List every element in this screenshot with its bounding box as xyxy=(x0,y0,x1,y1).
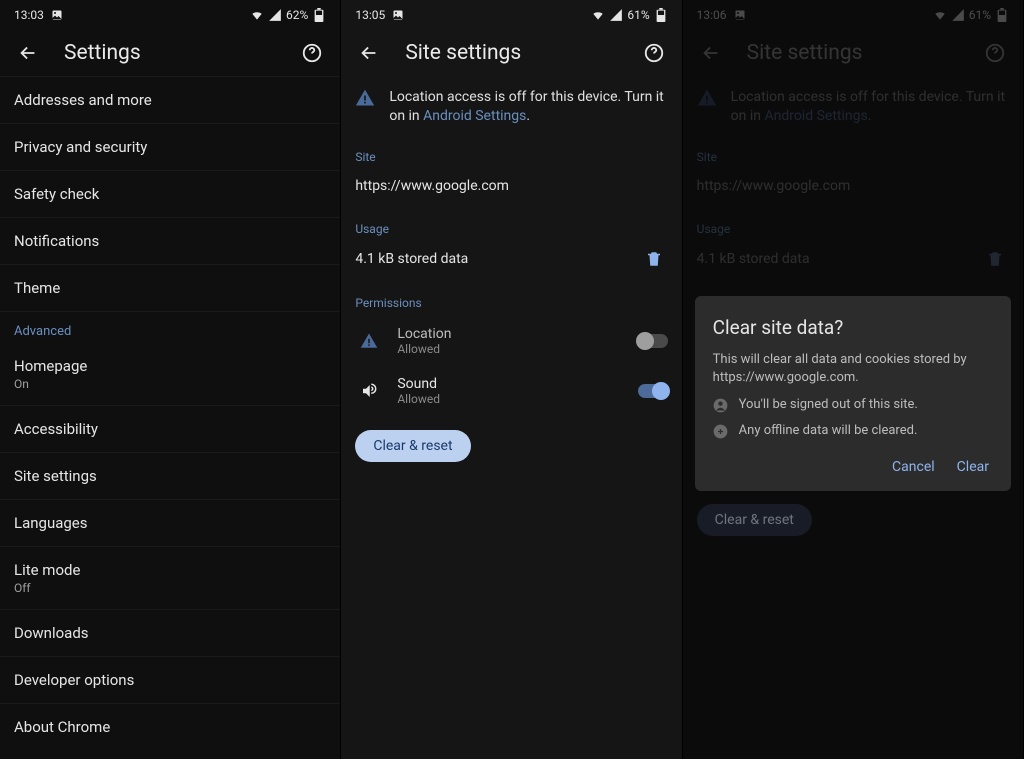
perm-state: Allowed xyxy=(397,342,623,356)
image-icon xyxy=(50,8,64,22)
settings-item-theme[interactable]: Theme xyxy=(0,265,340,311)
image-icon xyxy=(391,8,405,22)
settings-item-accessibility[interactable]: Accessibility xyxy=(0,406,340,452)
item-label: Lite mode xyxy=(14,561,326,579)
delete-storage-button[interactable] xyxy=(640,250,668,268)
dialog-title: Clear site data? xyxy=(713,316,993,339)
permission-sound-row[interactable]: Sound Allowed xyxy=(341,366,681,416)
item-label: Addresses and more xyxy=(14,91,152,109)
bullet-text: You'll be signed out of this site. xyxy=(739,397,918,412)
section-advanced: Advanced xyxy=(0,312,340,343)
settings-item-lite-mode[interactable]: Lite mode Off xyxy=(0,547,340,609)
sound-icon xyxy=(355,382,383,400)
item-label: Theme xyxy=(14,279,60,297)
help-button[interactable] xyxy=(640,39,668,67)
settings-item-site-settings[interactable]: Site settings xyxy=(0,453,340,499)
wifi-icon xyxy=(591,8,605,22)
item-label: Safety check xyxy=(14,185,99,203)
permissions-header: Permissions xyxy=(341,282,681,316)
settings-list: Addresses and more Privacy and security … xyxy=(0,76,340,750)
battery-icon xyxy=(654,8,668,22)
person-icon xyxy=(713,397,729,413)
status-battery-text: 62% xyxy=(286,8,308,22)
permission-location-toggle[interactable] xyxy=(638,334,668,348)
bullet-text: Any offline data will be cleared. xyxy=(739,423,918,438)
perm-state: Allowed xyxy=(397,392,623,406)
item-sublabel: On xyxy=(14,377,326,391)
usage-row[interactable]: 4.1 kB stored data xyxy=(341,242,681,282)
status-bar: 13:05 61% xyxy=(341,0,681,30)
site-header: Site xyxy=(341,136,681,170)
page-title: Site settings xyxy=(405,41,617,65)
app-bar: Site settings xyxy=(341,30,681,76)
permission-location-row[interactable]: Location Allowed xyxy=(341,316,681,366)
clear-site-data-dialog: Clear site data? This will clear all dat… xyxy=(695,296,1011,491)
site-url: https://www.google.com xyxy=(341,170,681,208)
item-label: Accessibility xyxy=(14,420,98,438)
pane-settings: 13:03 62% Settings Addresses and more Pr… xyxy=(0,0,341,759)
warning-icon xyxy=(355,88,375,108)
settings-item-safety[interactable]: Safety check xyxy=(0,171,340,217)
offline-icon xyxy=(713,423,729,439)
help-button[interactable] xyxy=(298,39,326,67)
usage-header: Usage xyxy=(341,208,681,242)
settings-item-about[interactable]: About Chrome xyxy=(0,704,340,750)
status-time: 13:03 xyxy=(14,8,44,22)
item-label: Privacy and security xyxy=(14,138,147,156)
settings-item-languages[interactable]: Languages xyxy=(0,500,340,546)
signal-icon xyxy=(609,8,623,22)
dialog-body: This will clear all data and cookies sto… xyxy=(713,351,993,387)
status-time: 13:05 xyxy=(355,8,385,22)
wifi-icon xyxy=(250,8,264,22)
settings-item-notifications[interactable]: Notifications xyxy=(0,218,340,264)
back-button[interactable] xyxy=(355,39,383,67)
item-label: Downloads xyxy=(14,624,89,642)
clear-reset-button[interactable]: Clear & reset xyxy=(355,430,470,462)
item-label: Site settings xyxy=(14,467,97,485)
signal-icon xyxy=(268,8,282,22)
pane-site-settings-dialog: 13:06 61% Site settings xyxy=(683,0,1024,759)
perm-name: Location xyxy=(397,326,623,342)
location-notice: Location access is off for this device. … xyxy=(341,76,681,136)
back-button[interactable] xyxy=(14,39,42,67)
settings-item-downloads[interactable]: Downloads xyxy=(0,610,340,656)
settings-item-addresses[interactable]: Addresses and more xyxy=(0,77,340,123)
settings-item-homepage[interactable]: Homepage On xyxy=(0,343,340,405)
battery-icon xyxy=(312,8,326,22)
status-bar: 13:03 62% xyxy=(0,0,340,30)
dialog-clear-button[interactable]: Clear xyxy=(957,459,989,475)
settings-item-privacy[interactable]: Privacy and security xyxy=(0,124,340,170)
item-sublabel: Off xyxy=(14,581,326,595)
item-label: Homepage xyxy=(14,357,326,375)
dialog-cancel-button[interactable]: Cancel xyxy=(892,459,935,475)
status-battery-text: 61% xyxy=(627,8,649,22)
dialog-bullet-signout: You'll be signed out of this site. xyxy=(713,397,993,413)
item-label: Notifications xyxy=(14,232,99,250)
usage-value: 4.1 kB stored data xyxy=(355,251,625,267)
perm-name: Sound xyxy=(397,376,623,392)
pane-site-settings: 13:05 61% Site settings Location access … xyxy=(341,0,682,759)
item-label: Languages xyxy=(14,514,88,532)
item-label: Developer options xyxy=(14,671,134,689)
dialog-bullet-offline: Any offline data will be cleared. xyxy=(713,423,993,439)
android-settings-link[interactable]: Android Settings xyxy=(423,108,526,124)
page-title: Settings xyxy=(64,41,276,65)
settings-item-developer[interactable]: Developer options xyxy=(0,657,340,703)
warning-icon xyxy=(355,332,383,350)
item-label: About Chrome xyxy=(14,718,110,736)
permission-sound-toggle[interactable] xyxy=(638,384,668,398)
app-bar: Settings xyxy=(0,30,340,76)
